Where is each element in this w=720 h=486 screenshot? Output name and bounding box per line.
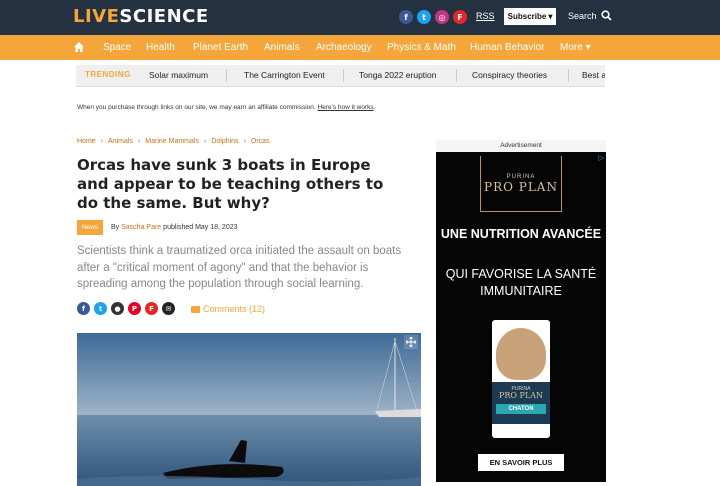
divider: [343, 69, 344, 82]
chevron-right-icon: ›: [137, 138, 141, 145]
chevron-right-icon: ›: [203, 138, 207, 145]
rss-link[interactable]: RSS: [476, 11, 495, 21]
nav-item-planet-earth[interactable]: Planet Earth: [193, 42, 248, 53]
news-badge: News: [77, 220, 103, 235]
bag-brand-name: PRO PLAN: [499, 391, 543, 400]
breadcrumb-animals[interactable]: Animals: [108, 138, 133, 145]
trending-item[interactable]: The Carrington Event: [244, 70, 325, 80]
nav-item-archaeology[interactable]: Archaeology: [316, 42, 372, 53]
breadcrumb-marine-mammals[interactable]: Marine Mammals: [145, 138, 199, 145]
orca-photo: [77, 333, 421, 486]
trending-item[interactable]: Tonga 2022 eruption: [359, 70, 437, 80]
nav-item-space[interactable]: Space: [103, 42, 131, 53]
ad-subhead: QUI FAVORISE LA SANTÉ IMMUNITAIRE: [445, 267, 597, 298]
comments-link[interactable]: Comments (12): [191, 304, 265, 314]
caret-down-icon: ▾: [585, 42, 591, 53]
nav-item-human-behavior[interactable]: Human Behavior: [470, 42, 544, 53]
author-link[interactable]: Sascha Pare: [121, 224, 161, 231]
breadcrumb-dolphins[interactable]: Dolphins: [211, 138, 238, 145]
ad-cta-button[interactable]: EN SAVOIR PLUS: [478, 454, 564, 471]
search-label: Search: [568, 10, 597, 21]
byline: By Sascha Pare published May 18, 2023: [111, 224, 238, 231]
hero-image[interactable]: [77, 333, 421, 486]
ad-label: Advertisement: [436, 140, 606, 152]
pinterest-icon[interactable]: P: [128, 302, 141, 315]
trending-item[interactable]: Conspiracy theories: [472, 70, 547, 80]
subscribe-button[interactable]: Subscribe ▾: [504, 8, 556, 25]
product-bag-image: PURINA PRO PLAN CHATON: [492, 320, 550, 438]
bag-variant: CHATON: [496, 404, 546, 414]
brand-logo: PURINA PRO PLAN: [480, 156, 562, 212]
breadcrumb-home[interactable]: Home: [77, 138, 96, 145]
adchoices-icon[interactable]: ▷: [599, 154, 604, 162]
twitter-icon[interactable]: t: [94, 302, 107, 315]
nav-item-health[interactable]: Health: [146, 42, 175, 53]
trending-label: TRENDING: [85, 70, 131, 79]
chevron-down-icon: ▾: [548, 12, 553, 21]
divider: [456, 69, 457, 82]
expand-icon[interactable]: [404, 335, 418, 349]
share-buttons: f t ● P F ✉: [77, 302, 175, 315]
search-icon: [600, 10, 612, 21]
trending-item[interactable]: Solar maximum: [149, 70, 208, 80]
site-logo[interactable]: LIVESCIENCE: [73, 6, 209, 27]
comment-icon: [191, 305, 200, 313]
trending-item[interactable]: Best a: [582, 70, 605, 80]
flipboard-icon[interactable]: F: [145, 302, 158, 315]
search-button[interactable]: Search: [568, 10, 612, 21]
nav-item-physics-math[interactable]: Physics & Math: [387, 42, 456, 53]
ad-headline: UNE NUTRITION AVANCÉE: [440, 227, 602, 241]
breadcrumb: Home › Animals › Marine Mammals › Dolphins ›…: [77, 138, 270, 145]
flipboard-icon[interactable]: F: [453, 10, 467, 24]
affiliate-disclaimer: When you purchase through links on our s…: [77, 104, 376, 111]
email-icon[interactable]: ✉: [162, 302, 175, 315]
home-icon[interactable]: [73, 41, 85, 53]
affiliate-link[interactable]: Here's how it works: [318, 104, 374, 111]
divider: [226, 69, 227, 82]
kitten-image: [496, 328, 546, 380]
chevron-right-icon: ›: [243, 138, 246, 145]
nav-item-animals[interactable]: Animals: [264, 42, 300, 53]
breadcrumb-orcas[interactable]: Orcas: [251, 138, 270, 145]
nav-item-more[interactable]: More ▾: [560, 42, 591, 53]
divider: [568, 69, 569, 82]
site-header: LIVESCIENCE f t ◎ F RSS Subscribe ▾ Searc…: [0, 0, 720, 35]
trending-bar: TRENDING Solar maximum The Carrington Ev…: [76, 65, 605, 87]
facebook-icon[interactable]: f: [399, 10, 413, 24]
reddit-icon[interactable]: ●: [111, 302, 124, 315]
article-title: Orcas have sunk 3 boats in Europe and ap…: [77, 156, 384, 212]
facebook-icon[interactable]: f: [77, 302, 90, 315]
chevron-right-icon: ›: [100, 138, 104, 145]
instagram-icon[interactable]: ◎: [435, 10, 449, 24]
article-subtitle: Scientists think a traumatized orca init…: [77, 245, 402, 290]
brand-name: PRO PLAN: [484, 179, 558, 194]
twitter-icon[interactable]: t: [417, 10, 431, 24]
advertisement[interactable]: ▷ PURINA PRO PLAN UNE NUTRITION AVANCÉE …: [436, 152, 606, 482]
social-links: f t ◎ F: [399, 10, 467, 24]
main-nav: Space Health Planet Earth Animals Archae…: [0, 35, 720, 60]
